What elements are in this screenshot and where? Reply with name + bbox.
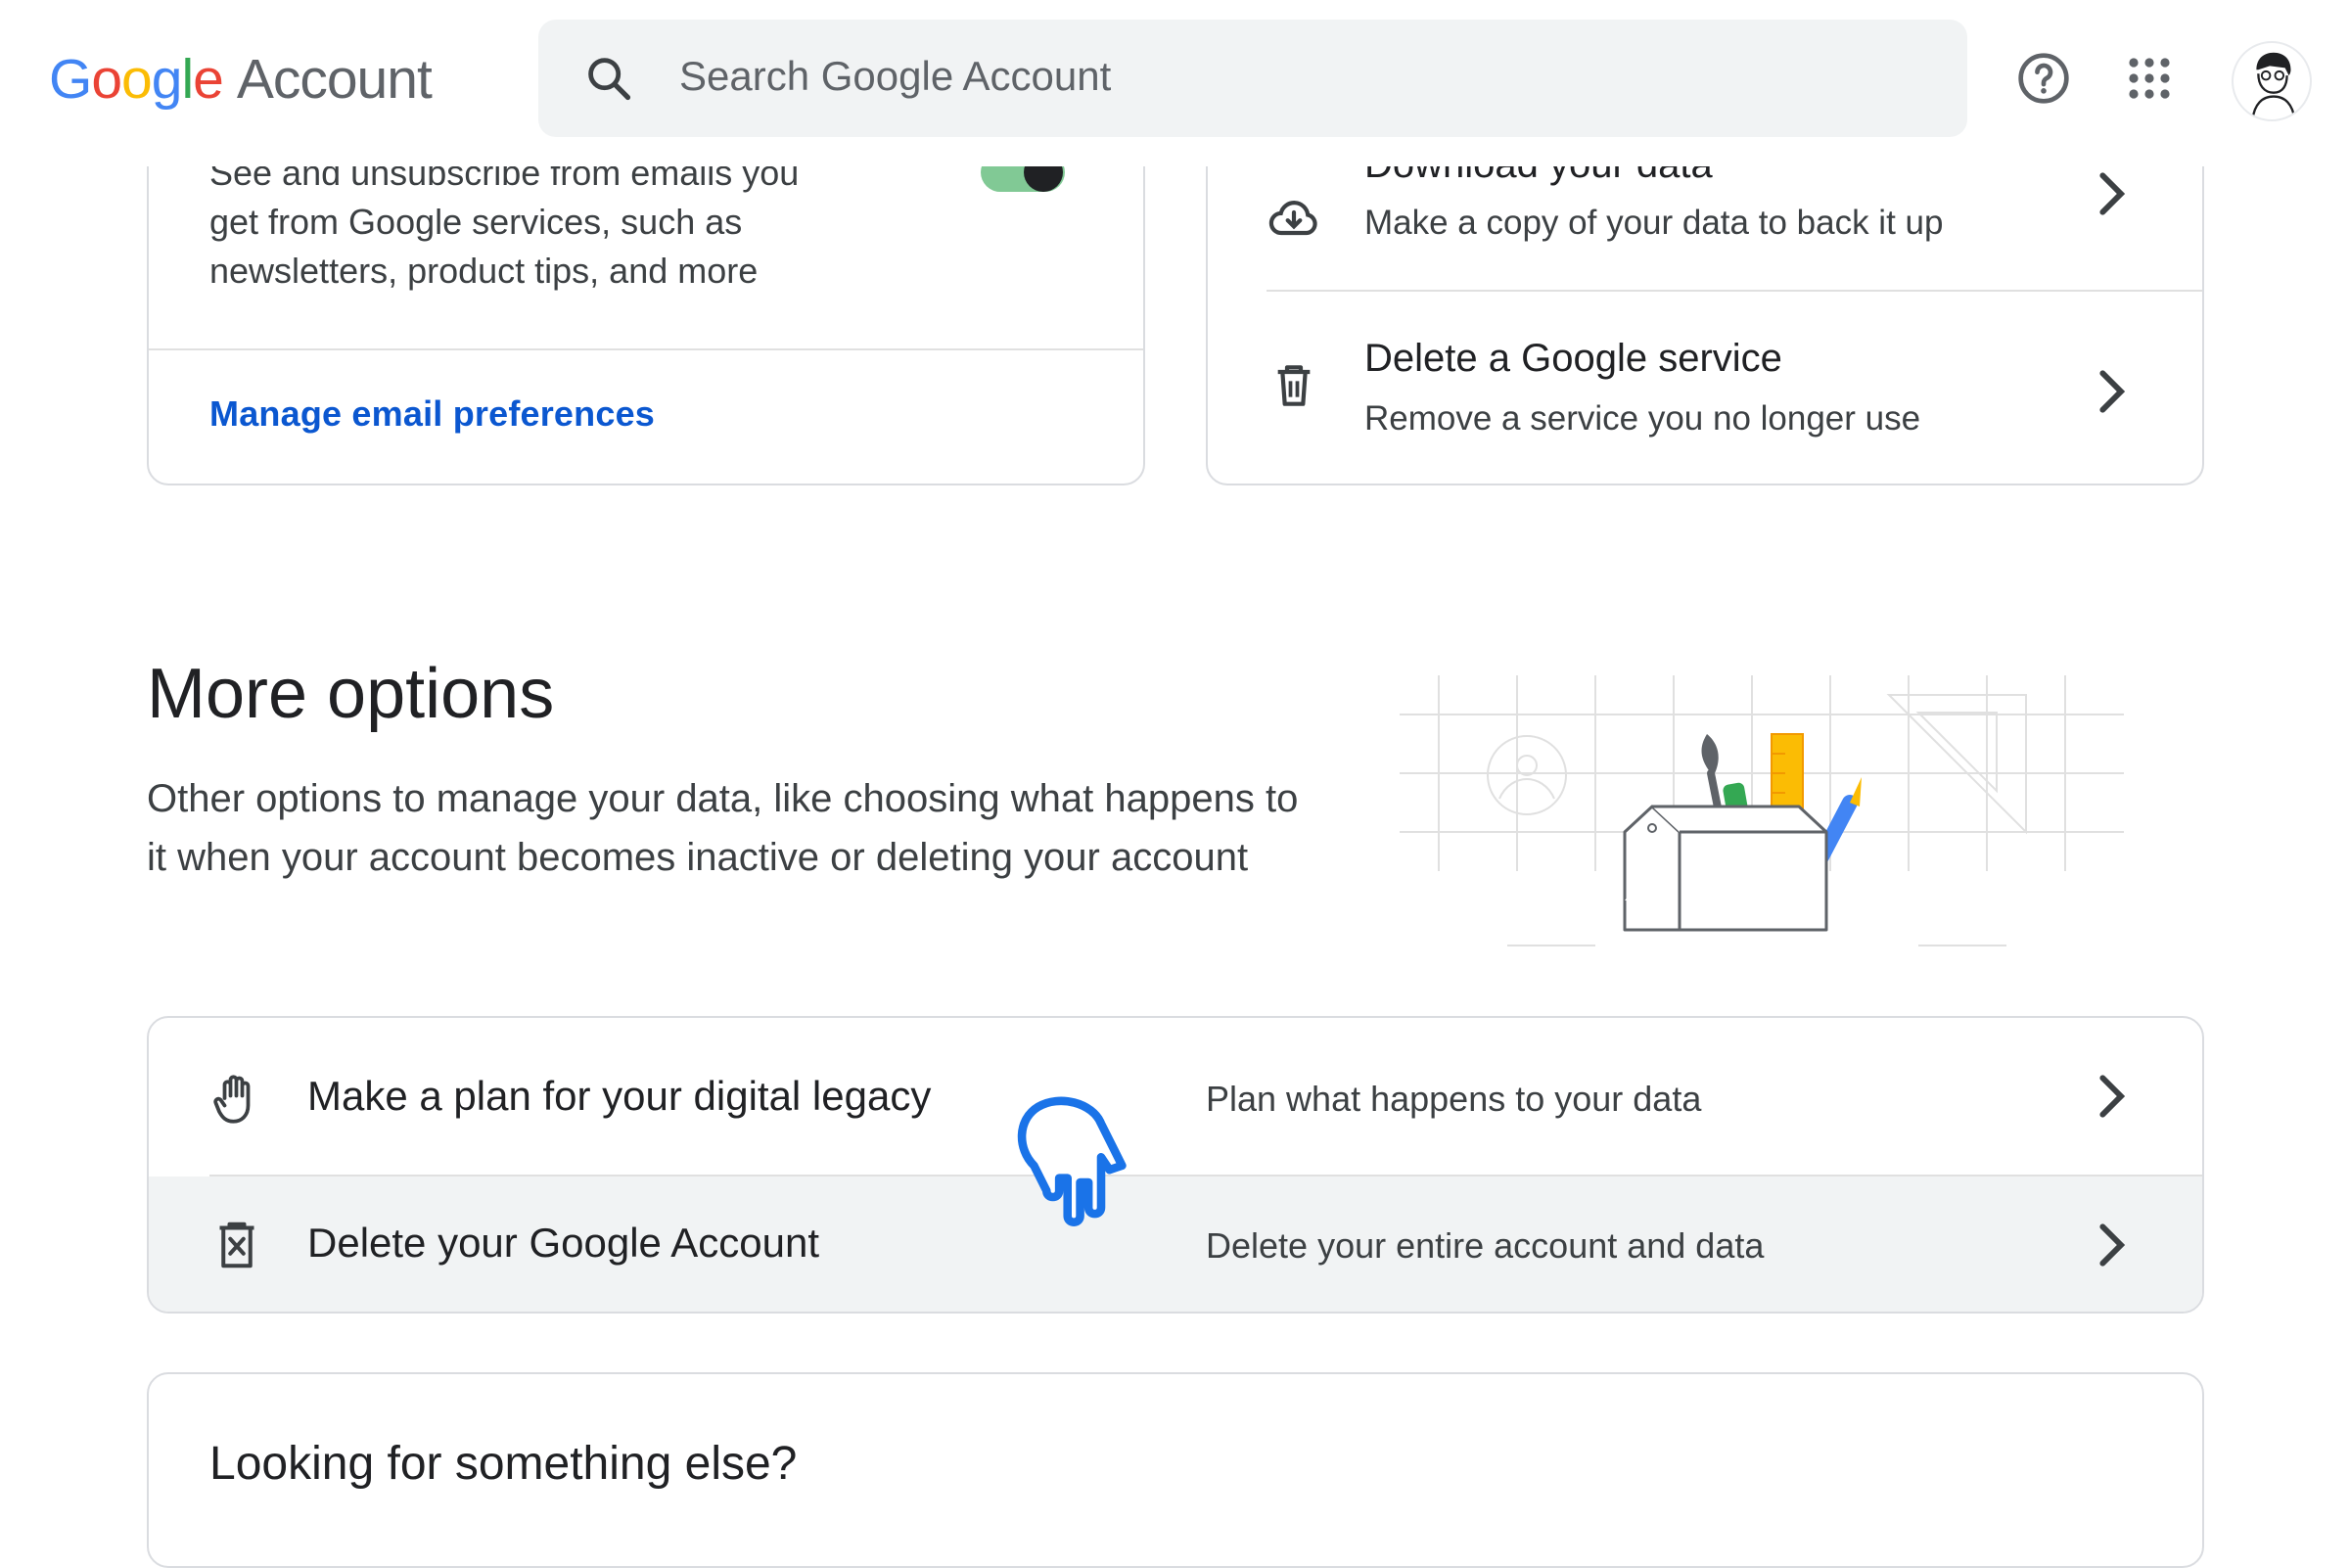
more-options-title: More options (147, 655, 555, 733)
digital-legacy-row[interactable]: Make a plan for your digital legacy Plan… (149, 1018, 2202, 1175)
email-preferences-description: See and unsubscribe from emails you get … (209, 153, 800, 291)
looking-for-something-else-card: Looking for something else? (147, 1372, 2204, 1568)
delete-account-row[interactable]: Delete your Google Account Delete your e… (149, 1176, 2202, 1312)
logo-letter: l (181, 48, 194, 111)
delete-account-description: Delete your entire account and data (1206, 1225, 1765, 1266)
chevron-right-icon (2099, 1075, 2126, 1118)
download-data-subtitle: Make a copy of your data to back it up (1364, 204, 1944, 242)
delete-service-row[interactable]: Delete a Google service Remove a service… (1208, 292, 2202, 484)
search-icon[interactable] (583, 53, 634, 104)
search-input[interactable]: Search Google Account (679, 53, 1111, 100)
trash-icon (1277, 365, 1311, 406)
more-options-description: Other options to manage your data, like … (147, 777, 1299, 879)
delete-service-subtitle: Remove a service you no longer use (1364, 399, 1921, 438)
more-options-list: Make a plan for your digital legacy Plan… (147, 1016, 2204, 1314)
toolbox-illustration (1400, 675, 2124, 946)
top-app-bar: Google Account Search Google Account (0, 0, 2349, 166)
delete-account-icon (219, 1222, 254, 1268)
chevron-right-icon (2099, 172, 2126, 215)
google-account-logo[interactable]: Google Account (49, 47, 433, 112)
logo-letter: o (121, 48, 153, 111)
manage-email-preferences-link[interactable]: Manage email preferences (209, 393, 655, 435)
apps-grid-icon[interactable] (2126, 55, 2173, 102)
delete-service-title: Delete a Google service (1364, 337, 1782, 380)
help-icon[interactable] (2016, 51, 2071, 106)
divider (149, 348, 1143, 350)
digital-legacy-label: Make a plan for your digital legacy (307, 1073, 932, 1119)
logo-letter: o (91, 48, 122, 111)
hand-icon (213, 1075, 251, 1124)
avatar[interactable] (2232, 41, 2312, 121)
delete-account-label: Delete your Google Account (307, 1220, 819, 1266)
logo-letter: e (193, 48, 224, 111)
logo-account-text: Account (236, 48, 433, 111)
logo-letter: g (151, 48, 183, 111)
search-bar[interactable]: Search Google Account (538, 20, 1967, 137)
chevron-right-icon (2099, 370, 2126, 413)
logo-letter: G (49, 48, 92, 111)
looking-for-something-else-title: Looking for something else? (209, 1438, 798, 1490)
digital-legacy-description: Plan what happens to your data (1206, 1079, 1702, 1119)
pointing-hand-cursor-icon (1017, 1096, 1127, 1226)
cloud-download-icon (1268, 201, 1317, 236)
chevron-right-icon (2099, 1223, 2126, 1267)
